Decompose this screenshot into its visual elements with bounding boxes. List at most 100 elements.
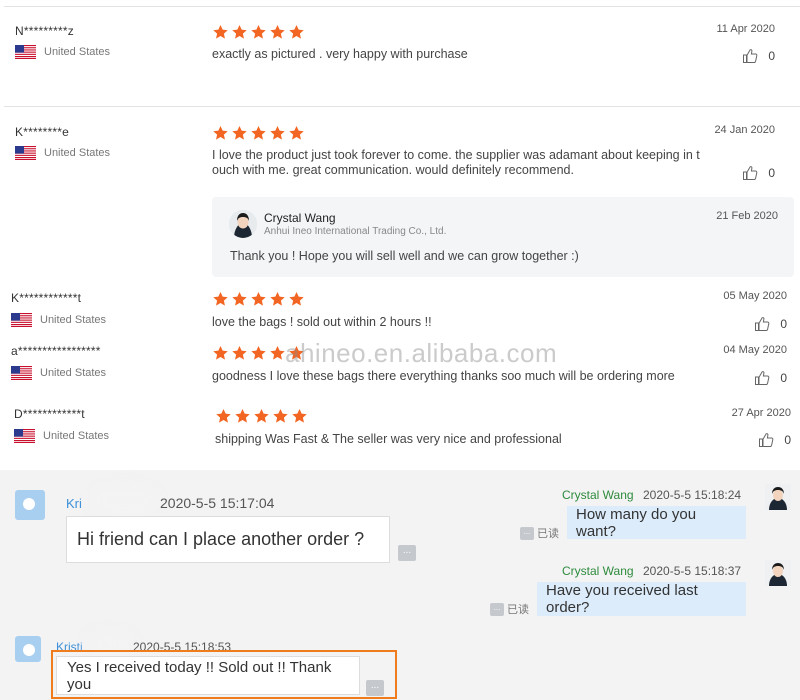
thumbs-up-icon xyxy=(742,165,758,181)
star-rating xyxy=(212,291,305,307)
message-time: 2020-5-5 15:17:04 xyxy=(160,495,275,511)
review-date: 27 Apr 2020 xyxy=(731,407,791,419)
review-text: exactly as pictured . very happy with pu… xyxy=(212,47,468,61)
divider xyxy=(4,6,800,7)
country-label: United States xyxy=(40,367,107,379)
country-label: United States xyxy=(43,430,110,442)
more-icon[interactable]: ... xyxy=(520,526,534,540)
like-count: 0 xyxy=(780,317,787,331)
star-rating xyxy=(215,408,308,424)
star-icon xyxy=(212,125,229,141)
star-icon xyxy=(212,24,229,40)
customer-avatar xyxy=(15,636,41,662)
reviewer-country: United States xyxy=(11,313,106,327)
more-icon[interactable]: ... xyxy=(490,602,504,616)
star-rating xyxy=(212,24,305,40)
like-button[interactable]: 0 xyxy=(742,48,775,64)
customer-avatar xyxy=(15,490,45,520)
star-icon xyxy=(269,24,286,40)
us-flag-icon xyxy=(11,366,32,380)
read-status: ... 已读 xyxy=(490,601,529,617)
star-icon xyxy=(291,408,308,424)
like-count: 0 xyxy=(780,371,787,385)
thumbs-up-icon xyxy=(754,370,770,386)
reply-date: 21 Feb 2020 xyxy=(716,210,778,222)
message-time: 2020-5-5 15:18:24 xyxy=(643,488,742,502)
review-date: 11 Apr 2020 xyxy=(716,23,775,35)
star-icon xyxy=(250,291,267,307)
us-flag-icon xyxy=(15,146,36,160)
review-text-line: I love the product just took forever to … xyxy=(212,148,700,162)
reviewer-country: United States xyxy=(15,45,110,59)
star-icon xyxy=(215,408,232,424)
read-status: ... 已读 xyxy=(520,525,559,541)
star-rating xyxy=(212,125,305,141)
highlight-frame xyxy=(51,650,397,699)
country-label: United States xyxy=(44,46,111,58)
thumbs-up-icon xyxy=(758,432,774,448)
star-icon xyxy=(288,24,305,40)
star-icon xyxy=(250,125,267,141)
star-icon xyxy=(250,345,267,361)
review-text-line: ouch with me. great communication. would… xyxy=(212,163,574,177)
reviewer-name: D************t xyxy=(14,407,85,421)
like-button[interactable]: 0 xyxy=(742,165,775,181)
reviewer-name: K************t xyxy=(11,291,82,305)
star-icon xyxy=(234,408,251,424)
like-button[interactable]: 0 xyxy=(754,370,787,386)
watermark: ahineo.en.alibaba.com xyxy=(285,338,558,368)
star-icon xyxy=(250,24,267,40)
star-icon xyxy=(272,408,289,424)
message-bubble: Have you received last order? xyxy=(537,582,746,616)
reviewer-name: N*********z xyxy=(15,24,74,38)
more-icon[interactable]: ... xyxy=(398,545,416,561)
reviewer-name: K********e xyxy=(15,125,70,139)
redaction xyxy=(90,484,160,518)
us-flag-icon xyxy=(15,45,36,59)
review-text: shipping Was Fast & The seller was very … xyxy=(215,432,562,446)
reply-text: Thank you ! Hope you will sell well and … xyxy=(230,249,579,263)
seller-name: Crystal Wang xyxy=(264,211,336,225)
reviewer-country: United States xyxy=(14,429,109,443)
review-date: 24 Jan 2020 xyxy=(714,124,775,136)
us-flag-icon xyxy=(11,313,32,327)
star-icon xyxy=(231,291,248,307)
message-time: 2020-5-5 15:18:37 xyxy=(643,564,742,578)
read-label: 已读 xyxy=(507,604,529,616)
us-flag-icon xyxy=(14,429,35,443)
seller-company: Anhui Ineo International Trading Co., Lt… xyxy=(264,226,447,237)
like-count: 0 xyxy=(784,433,791,447)
message-bubble: Hi friend can I place another order ? xyxy=(66,516,390,563)
review-text: I love the product just took forever to … xyxy=(212,148,700,178)
like-button[interactable]: 0 xyxy=(754,316,787,332)
star-icon xyxy=(212,291,229,307)
country-label: United States xyxy=(44,147,111,159)
star-icon xyxy=(231,125,248,141)
seller-avatar xyxy=(229,210,257,238)
like-count: 0 xyxy=(768,166,775,180)
like-button[interactable]: 0 xyxy=(758,432,791,448)
reviewer-name: a***************** xyxy=(11,344,101,358)
seller-avatar xyxy=(765,484,791,510)
star-icon xyxy=(269,125,286,141)
star-icon xyxy=(231,345,248,361)
seller-reply: Crystal Wang Anhui Ineo International Tr… xyxy=(212,197,794,277)
country-label: United States xyxy=(40,314,107,326)
like-count: 0 xyxy=(768,49,775,63)
reviewer-country: United States xyxy=(15,146,110,160)
thumbs-up-icon xyxy=(754,316,770,332)
divider xyxy=(4,106,800,107)
thumbs-up-icon xyxy=(742,48,758,64)
review-date: 04 May 2020 xyxy=(723,344,787,356)
reviewer-country: United States xyxy=(11,366,106,380)
seller-avatar xyxy=(765,560,791,586)
star-icon xyxy=(288,125,305,141)
review-date: 05 May 2020 xyxy=(723,290,787,302)
seller-name: Crystal Wang xyxy=(562,488,634,502)
read-label: 已读 xyxy=(537,528,559,540)
review-text: goodness I love these bags there everyth… xyxy=(212,369,675,383)
customer-name: Kri xyxy=(66,496,82,511)
star-icon xyxy=(269,345,286,361)
seller-name: Crystal Wang xyxy=(562,564,634,578)
star-icon xyxy=(231,24,248,40)
